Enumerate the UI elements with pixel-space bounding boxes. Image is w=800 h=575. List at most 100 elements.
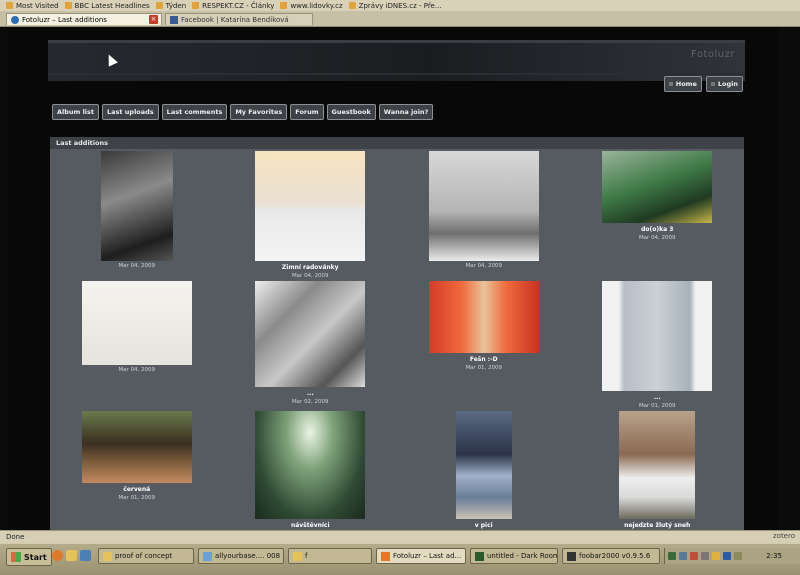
tab-label: Fotoluzr – Last additions [22,15,107,24]
bookmark-item[interactable]: Týden [155,2,186,10]
site-banner: Fotoluzr [48,40,745,81]
bookmark-item[interactable]: www.lidovky.cz [280,1,343,10]
photo-caption[interactable]: nejedzte žlutý sneh [624,522,690,529]
browser-viewport: Fotoluzr Home Login Album list Last uplo… [8,27,778,530]
tab-label: Facebook | Katarína Bendíková [181,15,289,24]
tray-update-icon[interactable] [712,552,720,560]
photo-date: Mar 04, 2009 [118,367,156,373]
photo-caption[interactable]: ... [307,390,314,397]
tray-volume-icon[interactable] [701,552,709,560]
photo-thumbnail[interactable] [100,151,173,261]
photo-cell: Mar 04, 2009 [50,281,224,411]
bookmark-item[interactable]: Most Visited [6,2,59,10]
bookmark-item[interactable]: BBC Latest Headlines [64,1,150,10]
photo-thumbnail[interactable] [619,411,696,519]
bookmark-icon [155,2,163,9]
login-button[interactable]: Login [705,76,743,92]
taskbar-task[interactable]: allyourbase.... 008 - ... [198,548,284,564]
photo-thumbnail[interactable] [81,281,192,365]
photo-cell: Zimní radovánky Mar 04, 2009 [224,151,398,281]
taskbar-task-label: allyourbase.... 008 - ... [215,552,283,560]
desktop-quicklaunch-icon[interactable] [80,550,91,561]
taskbar-task[interactable]: untitled - Dark Room [470,548,558,564]
bookmark-label: www.lidovky.cz [290,1,343,10]
photo-thumbnail[interactable] [81,411,192,483]
zotero-button[interactable]: zotero [773,532,795,540]
my-favorites-button[interactable]: My Favorites [230,104,288,120]
user-nav: Home Login [663,76,743,92]
home-button[interactable]: Home [663,76,702,92]
bookmark-icon [192,2,200,9]
close-tab-icon[interactable]: × [149,15,158,24]
image-icon [203,551,212,561]
photo-date: Mar 04, 2009 [118,263,156,269]
last-comments-button[interactable]: Last comments [161,104,228,120]
bookmark-label: Most Visited [16,1,59,10]
home-button-label: Home [675,80,697,88]
last-uploads-button[interactable]: Last uploads [102,104,159,120]
photo-caption[interactable]: v pici [475,522,493,529]
tray-power-icon[interactable] [734,552,742,560]
photo-thumbnail[interactable] [428,281,539,353]
photo-grid: Mar 04, 2009 Zimní radovánky Mar 04, 2009 M… [50,151,744,530]
photo-cell: ... Mar 02, 2009 [224,281,398,411]
start-button[interactable]: Start [6,548,52,566]
photo-thumbnail[interactable] [255,411,366,519]
login-icon [710,82,715,86]
photo-caption[interactable]: návštěvníci [291,522,330,529]
tray-network-icon[interactable] [679,552,687,560]
photo-date: Mar 04, 2009 [638,235,676,241]
start-label: Start [24,552,47,562]
firefox-icon [381,551,390,561]
main-nav: Album list Last uploads Last comments My… [52,104,434,120]
photo-caption[interactable]: do(o)ka 3 [641,226,673,233]
tray-app-icon[interactable] [668,552,676,560]
photo-thumbnail[interactable] [455,411,512,519]
tray-security-icon[interactable] [690,552,698,560]
photo-caption[interactable]: Fešn :-D [470,356,498,363]
photo-caption[interactable]: ... [654,394,661,401]
taskbar-task[interactable]: f [288,548,372,564]
photo-cell: Fešn :-D Mar 01, 2009 [397,281,571,411]
bookmark-label: BBC Latest Headlines [74,1,150,10]
photo-caption[interactable]: červená [123,486,150,493]
site-title: Fotoluzr [690,49,735,60]
bookmark-icon [6,2,13,9]
tray-bluetooth-icon[interactable] [723,552,731,560]
photo-thumbnail[interactable] [255,281,366,387]
folder-icon [103,551,112,561]
photo-date: Mar 01, 2009 [118,495,156,501]
photo-date: Mar 01, 2009 [465,365,503,371]
wanna-join-button[interactable]: Wanna join? [378,104,434,120]
bookmark-item[interactable]: Zprávy iDNES.cz - Pře... [348,2,442,10]
explorer-quicklaunch-icon[interactable] [66,550,77,561]
clock: 2:35 [766,552,782,560]
photo-thumbnail[interactable] [602,151,713,223]
login-button-label: Login [717,80,738,88]
bookmark-label: RESPEKT.CZ - Články [202,1,275,10]
photo-caption[interactable]: Zimní radovánky [282,264,339,271]
windows-logo-icon [11,552,21,562]
bookmark-icon [348,2,356,9]
firefox-quicklaunch-icon[interactable] [52,550,63,561]
forum-button[interactable]: Forum [290,104,324,120]
taskbar-task[interactable]: Fotoluzr – Last ad... [376,548,466,564]
photo-cell: Mar 04, 2009 [397,151,571,281]
tab-fotoluzr[interactable]: Fotoluzr – Last additions × [6,13,162,25]
photo-thumbnail[interactable] [602,281,713,391]
photo-thumbnail[interactable] [428,151,539,261]
taskbar-task[interactable]: foobar2000 v0.9.5.6 [562,548,660,564]
guestbook-button[interactable]: Guestbook [326,104,376,120]
photo-cell: nejedzte žlutý sneh [571,411,745,530]
status-bar: Done zotero [0,530,800,543]
photo-date: Mar 01, 2009 [638,403,676,409]
status-text: Done [6,533,25,541]
bookmark-item[interactable]: RESPEKT.CZ - Články [192,2,274,10]
facebook-favicon-icon [170,15,178,24]
windows-taskbar: Start proof of concept allyourbase.... 00… [0,543,800,575]
taskbar-task[interactable]: proof of concept [98,548,194,564]
photo-thumbnail[interactable] [255,151,366,261]
banner-stripe [48,73,745,75]
album-list-button[interactable]: Album list [52,104,100,120]
tab-facebook[interactable]: Facebook | Katarína Bendíková [165,13,313,25]
